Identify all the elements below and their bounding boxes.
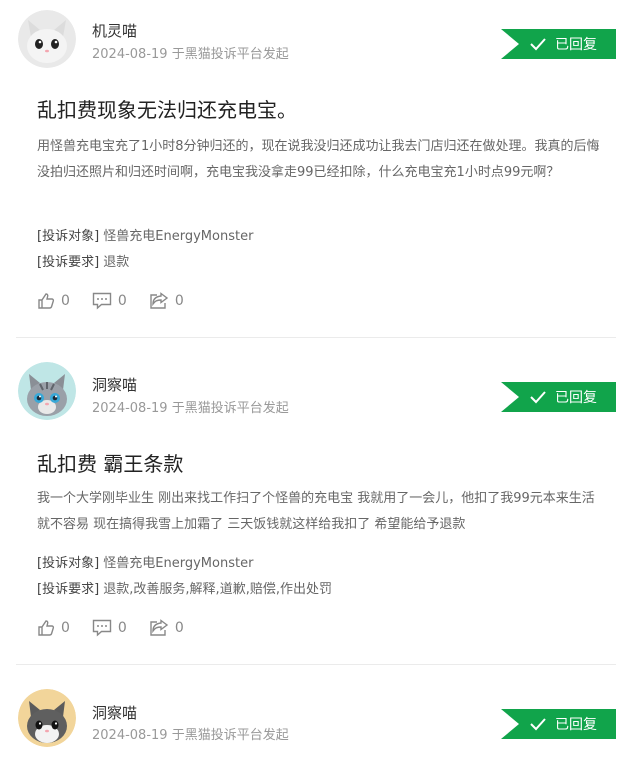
like-button[interactable]: 0 (37, 619, 70, 637)
share-icon (150, 292, 169, 309)
check-icon (530, 391, 546, 404)
comment-icon (92, 292, 112, 310)
user-name[interactable]: 洞察喵 (92, 374, 137, 395)
user-avatar[interactable] (18, 689, 76, 747)
status-label: 已回复 (555, 37, 597, 53)
complaint-target: [投诉对象] 怪兽充电EnergyMonster (37, 552, 253, 571)
post-meta: 2024-08-19 于黑猫投诉平台发起 (92, 724, 289, 743)
share-button[interactable]: 0 (149, 619, 184, 637)
check-icon (530, 38, 546, 51)
target-value[interactable]: 怪兽充电EnergyMonster (103, 556, 253, 571)
complaint-title[interactable]: 乱扣费现象无法归还充电宝。 (37, 94, 297, 123)
complaint-target: [投诉对象] 怪兽充电EnergyMonster (37, 225, 253, 244)
post-meta: 2024-08-19 于黑猫投诉平台发起 (92, 397, 289, 416)
user-name[interactable]: 洞察喵 (92, 702, 137, 723)
post-date: 2024-08-19 (92, 47, 168, 62)
post-source: 于黑猫投诉平台发起 (171, 47, 289, 62)
post-source: 于黑猫投诉平台发起 (171, 401, 289, 416)
status-badge: 已回复 (501, 382, 616, 412)
user-avatar[interactable] (18, 362, 76, 420)
comment-button[interactable]: 0 (92, 292, 127, 310)
like-count: 0 (61, 620, 70, 636)
complaint-request: [投诉要求] 退款,改善服务,解释,道歉,赔偿,作出处罚 (37, 578, 332, 597)
thumbs-up-icon (38, 620, 55, 636)
action-bar: 0 0 0 (37, 292, 206, 310)
action-bar: 0 0 0 (37, 619, 206, 637)
share-button[interactable]: 0 (149, 292, 184, 310)
target-label: [投诉对象] (37, 556, 100, 571)
post-date: 2024-08-19 (92, 401, 168, 416)
complaint-content[interactable]: 用怪兽充电宝充了1小时8分钟归还的，现在说我没归还成功让我去门店归还在做处理。我… (37, 134, 607, 186)
comment-count: 0 (117, 293, 127, 309)
post-meta: 2024-08-19 于黑猫投诉平台发起 (92, 43, 289, 62)
user-name[interactable]: 机灵喵 (92, 20, 137, 41)
card-divider (16, 664, 616, 665)
status-badge: 已回复 (501, 709, 616, 739)
comment-icon (92, 619, 112, 637)
complaint-request: [投诉要求] 退款 (37, 251, 129, 270)
card-divider (16, 337, 616, 338)
status-label: 已回复 (555, 717, 597, 733)
request-label: [投诉要求] (37, 255, 100, 270)
complaint-content[interactable]: 我一个大学刚毕业生 刚出来找工作扫了个怪兽的充电宝 我就用了一会儿，他扣了我99… (37, 486, 607, 538)
request-value: 退款 (103, 255, 130, 270)
target-label: [投诉对象] (37, 229, 100, 244)
status-badge: 已回复 (501, 29, 616, 59)
check-icon (530, 718, 546, 731)
share-icon (150, 619, 169, 636)
complaint-title[interactable]: 乱扣费 霸王条款 (37, 448, 183, 477)
request-value: 退款,改善服务,解释,道歉,赔偿,作出处罚 (103, 582, 332, 597)
request-label: [投诉要求] (37, 582, 100, 597)
target-value[interactable]: 怪兽充电EnergyMonster (103, 229, 253, 244)
post-date: 2024-08-19 (92, 728, 168, 743)
share-count: 0 (174, 293, 184, 309)
comment-count: 0 (117, 620, 127, 636)
user-avatar[interactable] (18, 10, 76, 68)
comment-button[interactable]: 0 (92, 619, 127, 637)
like-button[interactable]: 0 (37, 292, 70, 310)
post-source: 于黑猫投诉平台发起 (171, 728, 289, 743)
share-count: 0 (174, 620, 184, 636)
thumbs-up-icon (38, 293, 55, 309)
status-label: 已回复 (555, 390, 597, 406)
like-count: 0 (61, 293, 70, 309)
